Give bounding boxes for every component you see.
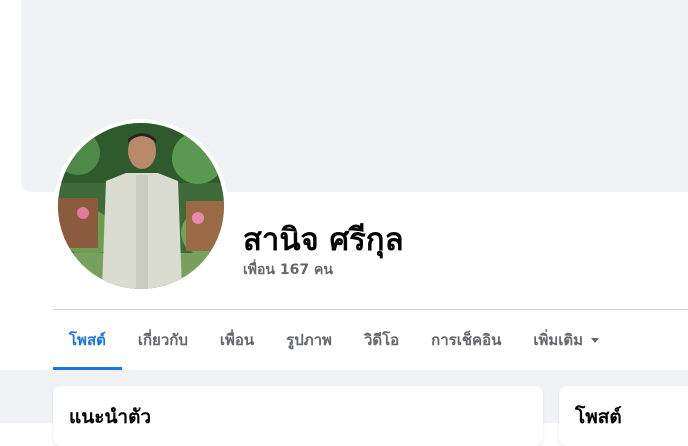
profile-name: สานิจ ศรีกุล bbox=[243, 222, 404, 258]
tab-posts[interactable]: โพสต์ bbox=[53, 310, 122, 370]
tab-label: เกี่ยวกับ bbox=[137, 331, 188, 349]
posts-card-title: โพสต์ bbox=[575, 406, 622, 428]
posts-card: โพสต์ bbox=[559, 386, 688, 446]
intro-card: แนะนำตัว bbox=[53, 386, 543, 446]
friend-count[interactable]: เพื่อน 167 คน bbox=[243, 259, 333, 281]
tab-check-ins[interactable]: การเช็คอิน bbox=[415, 310, 517, 370]
profile-tabs: โพสต์ เกี่ยวกับ เพื่อน รูปภาพ วิดีโอ การ… bbox=[53, 310, 688, 370]
tab-videos[interactable]: วิดีโอ bbox=[348, 310, 415, 370]
caret-down-icon bbox=[591, 337, 600, 343]
tab-label: โพสต์ bbox=[69, 331, 106, 349]
tab-label: การเช็คอิน bbox=[431, 331, 502, 349]
tab-more[interactable]: เพิ่มเติม bbox=[517, 310, 615, 370]
tab-label: วิดีโอ bbox=[363, 331, 400, 349]
tab-label: เพื่อน bbox=[219, 331, 255, 349]
intro-card-title: แนะนำตัว bbox=[69, 406, 152, 428]
tab-friends[interactable]: เพื่อน bbox=[204, 310, 270, 370]
tab-label: เพิ่มเติม bbox=[533, 331, 584, 349]
tab-about[interactable]: เกี่ยวกับ bbox=[122, 310, 204, 370]
avatar-photo bbox=[58, 123, 224, 289]
tab-photos[interactable]: รูปภาพ bbox=[270, 310, 348, 370]
profile-avatar[interactable] bbox=[58, 123, 224, 289]
tab-label: รูปภาพ bbox=[286, 331, 332, 349]
